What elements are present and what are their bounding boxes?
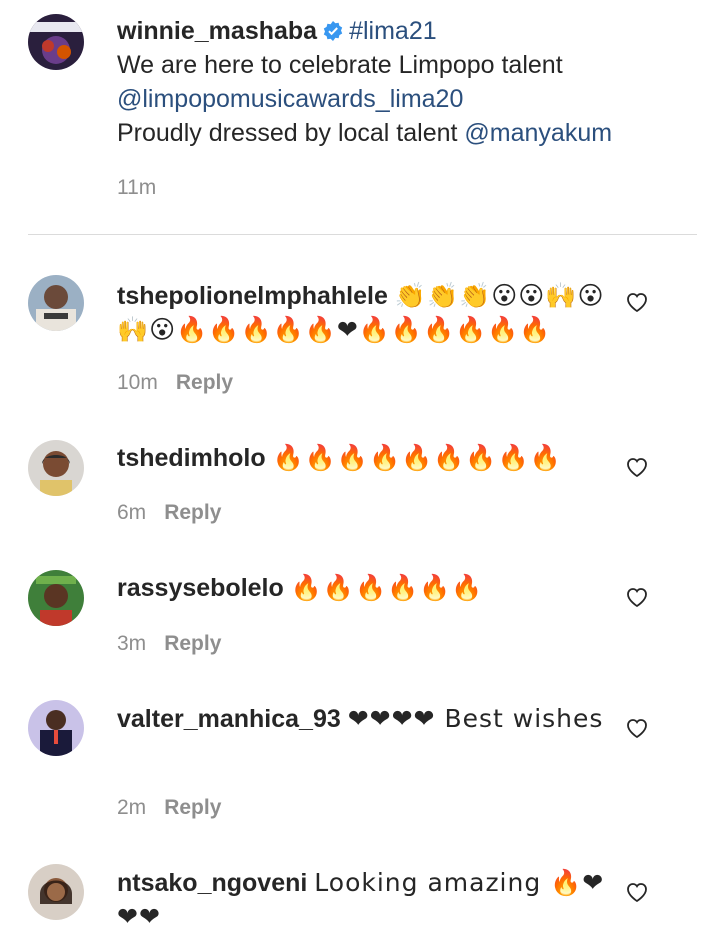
comment-2: tshedimholo 🔥🔥🔥🔥🔥🔥🔥🔥🔥 [117,441,607,475]
avatar-tshedimholo[interactable] [28,440,84,496]
comment-3-meta: 3m Reply [117,632,221,656]
avatar-tshepolionelmphahlele[interactable] [28,275,84,331]
reply-button[interactable]: Reply [164,632,221,655]
caption-timestamp: 11m [117,176,157,199]
comment-username[interactable]: rassysebolelo [117,574,284,602]
heart-outline-icon[interactable] [625,881,649,903]
comment-timestamp: 6m [117,501,147,524]
comment-2-meta: 6m Reply [117,501,221,525]
caption-mention-lima[interactable]: @limpopomusicawards_lima20 [117,85,463,113]
caption-line-3: Proudly dressed by local talent [117,119,465,147]
verified-badge-icon [323,21,343,41]
divider [28,234,697,235]
comment-text: 🔥🔥🔥🔥🔥🔥 [290,573,484,602]
avatar-ntsako-ngoveni[interactable] [28,864,84,920]
caption-line-1: We are here to celebrate Limpopo talent [117,51,563,79]
comment-username[interactable]: tshepolionelmphahlele [117,282,388,310]
comment-3: rassysebolelo 🔥🔥🔥🔥🔥🔥 [117,571,607,605]
comment-1-meta: 10m Reply [117,371,233,395]
avatar-rassysebolelo[interactable] [28,570,84,626]
comment-timestamp: 3m [117,632,147,655]
avatar-winnie-mashaba[interactable] [28,14,84,70]
reply-button[interactable]: Reply [176,371,233,394]
caption-meta: 11m [117,176,156,200]
heart-outline-icon[interactable] [625,291,649,313]
comment-4: valter_manhica_93 ❤❤❤❤ Best wishes [117,702,607,736]
reply-button[interactable]: Reply [164,501,221,524]
caption-hashtag[interactable]: #lima21 [349,17,437,45]
comment-text: 🔥🔥🔥🔥🔥🔥🔥🔥🔥 [272,443,562,472]
heart-outline-icon[interactable] [625,586,649,608]
comment-timestamp: 2m [117,796,147,819]
post-caption: winnie_mashaba #lima21 We are here to cel… [117,14,697,150]
comment-5: ntsako_ngoveni Looking amazing 🔥❤❤❤ [117,866,607,934]
comment-username[interactable]: valter_manhica_93 [117,705,341,733]
comment-username[interactable]: ntsako_ngoveni [117,869,307,897]
comment-1: tshepolionelmphahlele 👏👏👏😮😮🙌😮🙌😮🔥🔥🔥🔥🔥❤🔥🔥🔥… [117,279,607,347]
comment-text: ❤❤❤❤ Best wishes [347,704,604,733]
comment-timestamp: 10m [117,371,158,394]
caption-mention-manyakum[interactable]: @manyakum [464,119,612,147]
caption-username[interactable]: winnie_mashaba [117,17,317,45]
reply-button[interactable]: Reply [164,796,221,819]
avatar-valter-manhica[interactable] [28,700,84,756]
comment-username[interactable]: tshedimholo [117,444,266,472]
heart-outline-icon[interactable] [625,456,649,478]
comment-4-meta: 2m Reply [117,796,221,820]
heart-outline-icon[interactable] [625,717,649,739]
